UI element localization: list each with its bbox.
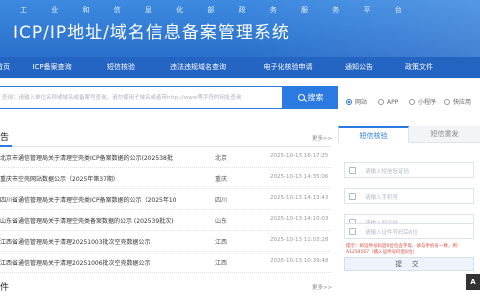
id-number-field[interactable]: 请输入证件号码后6位 xyxy=(344,223,474,239)
notice-region: 江西 xyxy=(215,260,228,267)
notice-region: 江西 xyxy=(215,239,228,246)
tab-sms-verify[interactable]: 短信核验 xyxy=(338,126,409,143)
table-row[interactable]: 江西省通信管理局关于清理20251003批次空壳数据公示 江西 2025-10-… xyxy=(0,231,331,252)
submit-button[interactable]: 提 交 xyxy=(344,257,474,271)
main-nav: 首页 ICP备案查询 短信核验 违法违规域名查询 电子化核验申请 通知公告 政策… xyxy=(0,57,480,78)
notice-title[interactable]: 江西省通信管理局关于清理20251003批次空壳数据公示 xyxy=(0,237,205,246)
table-row[interactable]: 江西省通信管理局关于清理20251006批次空壳数据公示 江西 2025-10-… xyxy=(0,252,331,273)
nav-item-icp-query[interactable]: ICP备案查询 xyxy=(18,57,86,78)
radio-website-label: 网站 xyxy=(355,99,368,106)
radio-miniprogram-label: 小程序 xyxy=(418,99,437,106)
search-button[interactable]: 搜索 xyxy=(283,86,338,109)
radio-quickapp-label: 快应用 xyxy=(453,99,472,106)
nav-item-e-verify[interactable]: 电子化核验申请 xyxy=(252,57,324,78)
notice-time: 2025-10-13 10:39:48 xyxy=(270,258,329,264)
notice-time: 2025-10-13 16:17:25 xyxy=(270,153,329,159)
search-input[interactable]: 查询：请输入单位名称或域名或备案号查询，请勿使用子域名或者带http://www… xyxy=(0,86,283,109)
nav-item-illegal-domain[interactable]: 违法违规域名查询 xyxy=(158,57,238,78)
notice-title[interactable]: 四川省通信管理局关于清理空壳类ICP备案数据的公示（2025年10 xyxy=(0,195,205,204)
notice-region: 北京 xyxy=(215,155,228,162)
message-icon xyxy=(349,167,356,174)
phone-placeholder: 请输入手机号 xyxy=(365,195,399,201)
notice-region: 重庆 xyxy=(215,176,228,183)
radio-app-label: APP xyxy=(387,99,399,106)
radio-icon xyxy=(378,99,384,105)
id-card-icon xyxy=(349,228,356,235)
header-banner: 工 业 和 信 息 化 部 政 务 服 务 平 台 ICP/IP地址/域名信息备… xyxy=(0,0,480,57)
sms-notice-text: 提示：如证件号码后6位包含字母，请与手机号一致，例：A1234567（输入证件号… xyxy=(346,244,462,255)
id-number-placeholder: 请输入证件号码后6位 xyxy=(365,230,418,236)
notices-section-title: 告 xyxy=(0,133,10,143)
tab-sms-resend[interactable]: 短信重发 xyxy=(409,126,480,143)
notice-title[interactable]: 山东省通信管理局关于清理空壳类备案数据的公示 (202539批次) xyxy=(0,216,205,225)
policy-section-title: 件 xyxy=(0,283,10,293)
table-row[interactable]: 四川省通信管理局关于清理空壳类ICP备案数据的公示（2025年10 四川 202… xyxy=(0,189,331,210)
notice-title[interactable]: 重庆市空壳网站数据公示（2025年第37期） xyxy=(0,174,205,183)
nav-item-sms-verify[interactable]: 短信核验 xyxy=(96,57,146,78)
table-row[interactable]: 北京市通信管理局关于清理空壳类ICP备案数据的公示(202538批 北京 202… xyxy=(0,147,331,168)
notice-region: 四川 xyxy=(215,197,228,204)
radio-quickapp[interactable]: 快应用 xyxy=(444,99,471,107)
radio-icon xyxy=(444,99,450,105)
sms-code-placeholder: 请输入短信验证码 xyxy=(365,169,410,175)
table-row[interactable]: 重庆市空壳网站数据公示（2025年第37期） 重庆 2025-10-13 14:… xyxy=(0,168,331,189)
notice-time: 2025-10-13 11:03:28 xyxy=(270,237,329,243)
radio-icon xyxy=(409,99,415,105)
table-row[interactable]: 山东省通信管理局关于清理空壳类备案数据的公示 (202539批次) 山东 202… xyxy=(0,210,331,231)
phone-field[interactable]: 请输入手机号 xyxy=(344,188,474,204)
radio-selected-icon xyxy=(346,99,352,105)
search-icon xyxy=(297,94,305,101)
accessibility-button[interactable]: A xyxy=(466,274,480,290)
radio-website[interactable]: 网站 xyxy=(346,99,367,107)
notices-more-link[interactable]: 更多>> xyxy=(312,134,332,142)
notice-time: 2025-10-13 14:10:03 xyxy=(270,216,329,222)
notice-time: 2025-10-13 14:35:06 xyxy=(270,174,329,180)
policy-more-link[interactable]: 更多>> xyxy=(312,283,332,291)
nav-item-policy[interactable]: 政策文件 xyxy=(396,57,442,78)
radio-miniprogram[interactable]: 小程序 xyxy=(409,99,436,107)
nav-item-notices[interactable]: 通知公告 xyxy=(336,57,382,78)
sms-code-field[interactable]: 请输入短信验证码 xyxy=(344,162,474,178)
notice-region: 山东 xyxy=(215,218,228,225)
phone-icon xyxy=(349,193,356,200)
notice-title[interactable]: 北京市通信管理局关于清理空壳类ICP备案数据的公示(202538批 xyxy=(0,153,205,162)
search-button-label: 搜索 xyxy=(307,93,324,102)
notice-title[interactable]: 江西省通信管理局关于清理20251006批次空壳数据公示 xyxy=(0,258,205,267)
banner-subtitle: 工 业 和 信 息 化 部 政 务 服 务 平 台 xyxy=(20,6,413,14)
sms-panel: 短信核验 短信重发 请输入短信验证码 请输入手机号 请输入验证码 请输入证件号码… xyxy=(338,126,480,300)
nav-item-home[interactable]: 首页 xyxy=(0,57,18,78)
notice-time: 2025-10-13 14:13:43 xyxy=(270,195,329,201)
search-placeholder: 查询：请输入单位名称或域名或备案号查询，请勿使用子域名或者带http://www… xyxy=(2,95,242,101)
radio-app[interactable]: APP xyxy=(378,99,398,107)
page-title: ICP/IP地址/域名信息备案管理系统 xyxy=(13,23,290,43)
